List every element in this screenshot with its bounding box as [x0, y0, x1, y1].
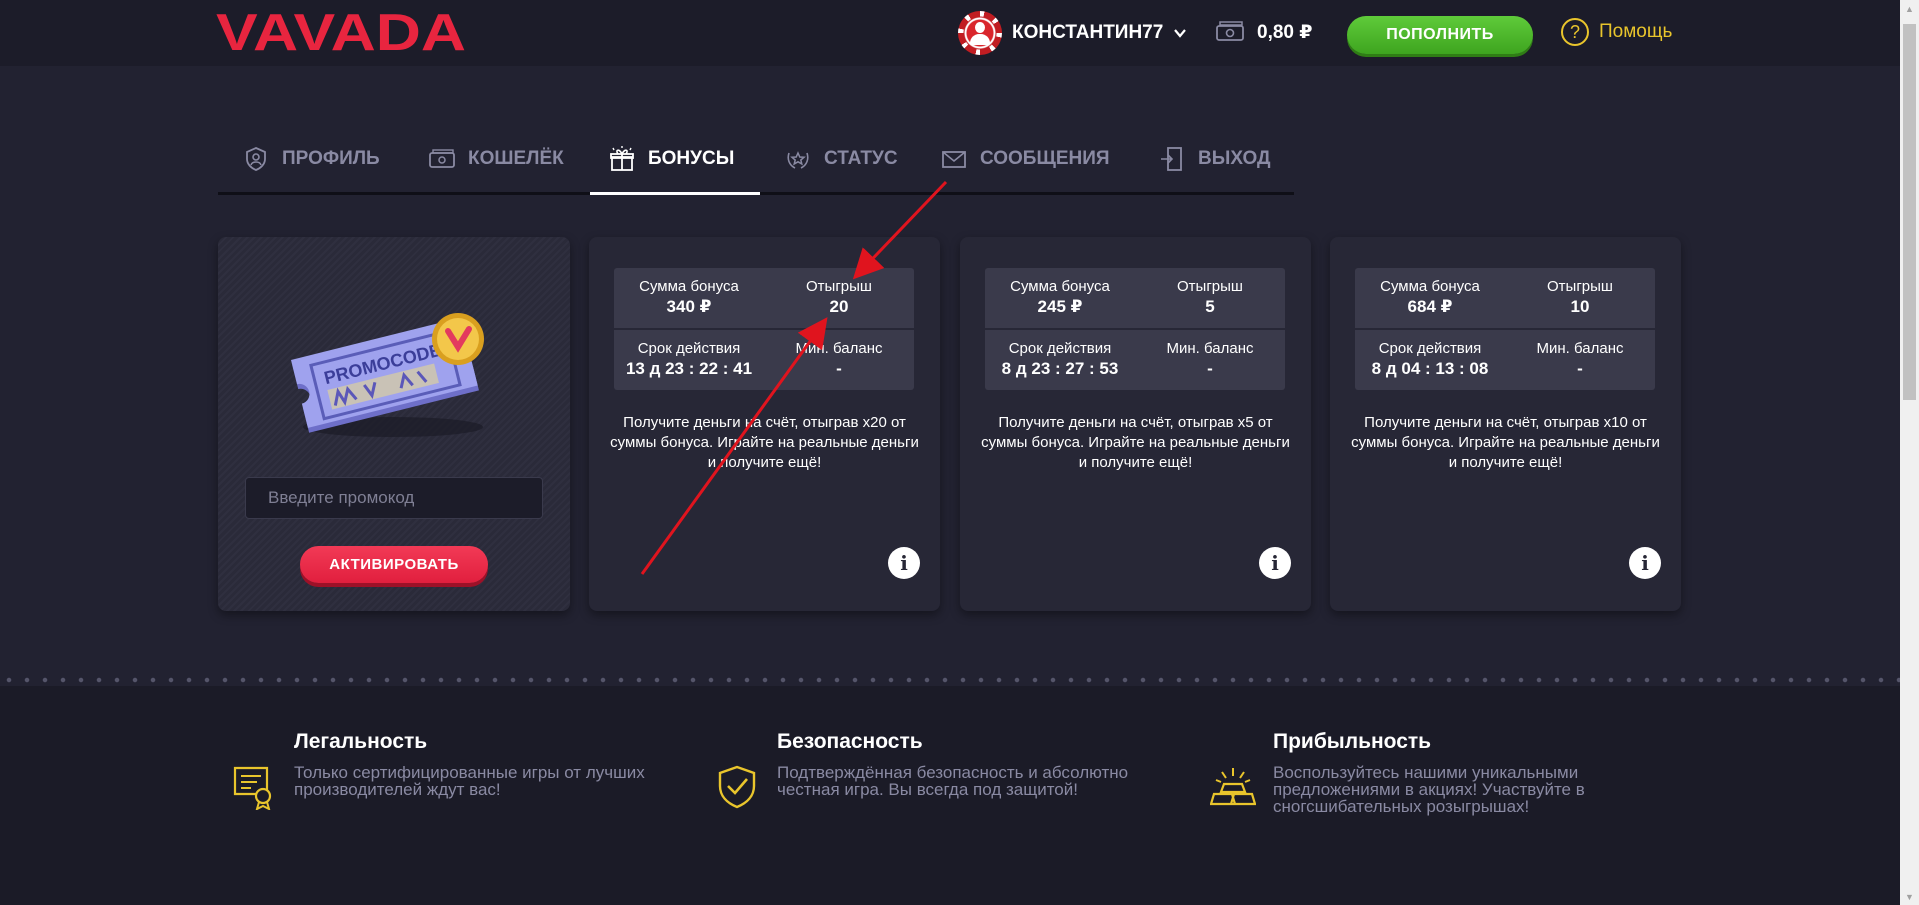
wager-value: 5 [1205, 297, 1215, 316]
top-header: VAVADA КОНСТАНТИН77 0,80 ₽ ПОПОЛНИТЬ ? П… [0, 0, 1900, 66]
logo-text: VAVADA [216, 6, 466, 56]
bonus-details-table: Сумма бонуса 340 ₽ Отыгрыш 20 Срок действи… [614, 268, 914, 390]
laurel-star-icon [787, 151, 809, 169]
feature-text: Подтверждённая безопасность и абсолютно … [777, 763, 1129, 799]
min-balance-value: - [1207, 359, 1213, 378]
tab-wallet[interactable]: КОШЕЛЁК [428, 130, 564, 192]
promocode-ticket-image: PROMOCODE [290, 313, 484, 437]
wallet-icon [429, 149, 455, 168]
footer-features: Легальность Только сертифицированные игр… [0, 686, 1900, 905]
min-balance-label: Мин. баланс [795, 340, 883, 357]
balance: 0,80 ₽ [1215, 20, 1312, 44]
validity-value: 8 д 04 : 13 : 08 [1371, 359, 1489, 378]
bonus-card: Сумма бонуса 245 ₽ Отыгрыш 5 Срок действия… [960, 237, 1311, 611]
bonus-details-table: Сумма бонуса 684 ₽ Отыгрыш 10 Срок действи… [1355, 268, 1655, 390]
tab-label: СТАТУС [824, 148, 898, 169]
dotted-divider [0, 674, 1900, 686]
promocode-card: PROMOCODE АКТИВИРОВАТЬ [218, 237, 570, 611]
tab-label: ВЫХОД [1198, 148, 1271, 169]
min-balance-label: Мин. баланс [1166, 340, 1254, 357]
bonus-details-table: Сумма бонуса 245 ₽ Отыгрыш 5 Срок действия… [985, 268, 1285, 390]
tab-status[interactable]: СТАТУС [784, 130, 898, 192]
bonus-description: Получите деньги на счёт, отыграв x10 от … [1351, 414, 1660, 471]
tab-label: БОНУСЫ [648, 148, 735, 169]
info-icon[interactable]: i [888, 547, 920, 579]
tab-label: КОШЕЛЁК [468, 148, 564, 169]
validity-value: 8 д 23 : 27 : 53 [1001, 359, 1119, 378]
tab-bonuses[interactable]: БОНУСЫ [590, 130, 760, 195]
tab-label: ПРОФИЛЬ [282, 148, 380, 169]
min-balance-value: - [1577, 359, 1583, 378]
bonus-amount-label: Сумма бонуса [639, 278, 739, 295]
feature-title: Прибыльность [1273, 730, 1432, 753]
bonus-description: Получите деньги на счёт, отыграв x5 от с… [981, 414, 1290, 471]
bonus-amount-label: Сумма бонуса [1010, 278, 1110, 295]
feature-title: Легальность [294, 730, 428, 753]
balance-amount: 0,80 ₽ [1257, 21, 1313, 43]
validity-label: Срок действия [637, 340, 741, 357]
feature-text: Воспользуйтесь нашими уникальными предло… [1273, 763, 1585, 816]
shield-check-icon [718, 765, 756, 809]
validity-label: Срок действия [1008, 340, 1112, 357]
activate-button[interactable]: АКТИВИРОВАТЬ [300, 546, 488, 583]
min-balance-value: - [836, 359, 842, 378]
bonus-description: Получите деньги на счёт, отыграв x20 от … [610, 414, 919, 471]
bonus-card: Сумма бонуса 340 ₽ Отыгрыш 20 Срок действи… [589, 237, 940, 611]
tab-label: СООБЩЕНИЯ [980, 148, 1110, 169]
shield-user-icon [246, 147, 266, 171]
tab-profile[interactable]: ПРОФИЛЬ [242, 130, 380, 192]
vavada-logo[interactable]: VAVADA [216, 6, 470, 56]
wager-label: Отыгрыш [1547, 278, 1613, 295]
wager-value: 10 [1570, 297, 1590, 316]
bonus-amount-value: 245 ₽ [1037, 297, 1083, 316]
min-balance-label: Мин. баланс [1536, 340, 1624, 357]
feature-title: Безопасность [777, 730, 923, 753]
scroll-up-icon[interactable]: ▲ [1900, 0, 1919, 17]
tab-messages[interactable]: СООБЩЕНИЯ [940, 130, 1110, 192]
help-label: Помощь [1599, 21, 1673, 42]
info-icon[interactable]: i [1259, 547, 1291, 579]
tab-exit[interactable]: ВЫХОД [1158, 130, 1271, 192]
envelope-icon [942, 151, 966, 168]
vertical-scrollbar[interactable]: ▲ ▼ [1900, 0, 1919, 905]
wager-value: 20 [829, 297, 849, 316]
user-menu[interactable]: КОНСТАНТИН77 [958, 10, 1187, 56]
scroll-thumb[interactable] [1903, 24, 1916, 400]
validity-value: 13 д 23 : 22 : 41 [625, 359, 753, 378]
deposit-button[interactable]: ПОПОЛНИТЬ [1347, 16, 1533, 54]
bonus-amount-value: 340 ₽ [666, 297, 712, 316]
promocode-input[interactable] [245, 477, 543, 519]
gold-bars-icon [1210, 768, 1256, 806]
bonus-amount-value: 684 ₽ [1407, 297, 1453, 316]
exit-door-icon [1161, 147, 1182, 171]
gift-icon [610, 146, 634, 171]
info-icon[interactable]: i [1629, 547, 1661, 579]
scroll-down-icon[interactable]: ▼ [1900, 888, 1919, 905]
wager-label: Отыгрыш [1177, 278, 1243, 295]
feature-text: Только сертифицированные игры от лучших … [294, 763, 645, 799]
username: КОНСТАНТИН77 [1012, 22, 1164, 43]
question-icon: ? [1561, 18, 1589, 46]
avatar [958, 11, 1002, 55]
account-tabs: ПРОФИЛЬ КОШЕЛЁК БОНУСЫ СТАТУС СООБЩЕНИЯ … [218, 130, 1294, 195]
cash-icon [1216, 21, 1244, 41]
bonus-card: Сумма бонуса 684 ₽ Отыгрыш 10 Срок действи… [1330, 237, 1681, 611]
wager-label: Отыгрыш [806, 278, 872, 295]
certificate-icon [233, 766, 272, 810]
help-link[interactable]: ? Помощь [1561, 18, 1672, 46]
chevron-down-icon [1174, 29, 1187, 38]
validity-label: Срок действия [1378, 340, 1482, 357]
bonus-amount-label: Сумма бонуса [1380, 278, 1480, 295]
